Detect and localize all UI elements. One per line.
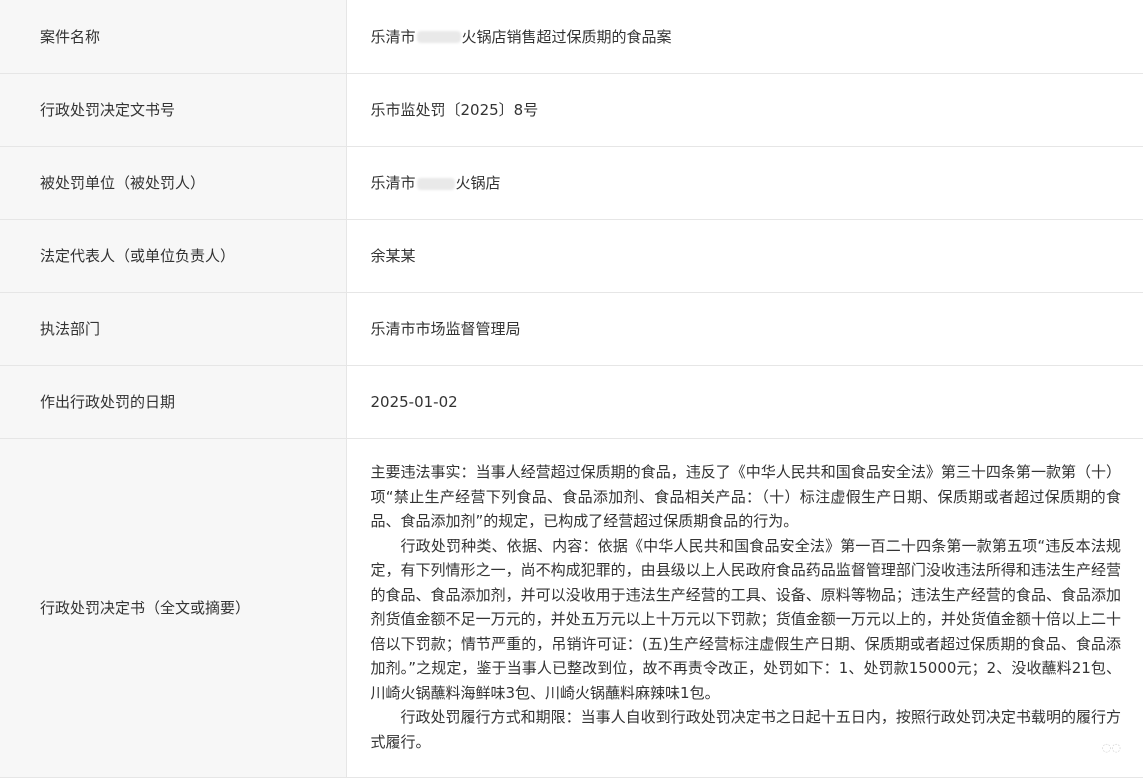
party-suffix: 火锅店 bbox=[455, 174, 501, 192]
redacted-text bbox=[416, 31, 461, 44]
table-row: 执法部门 乐清市市场监督管理局 bbox=[0, 292, 1143, 366]
table-row: 被处罚单位（被处罚人） 乐清市 火锅店 bbox=[0, 146, 1143, 220]
table-row: 案件名称 乐清市 火锅店销售超过保质期的食品案 bbox=[0, 0, 1143, 74]
row-label-decision-text: 行政处罚决定书（全文或摘要） bbox=[0, 438, 347, 778]
decision-paragraph-fulfillment: 行政处罚履行方式和期限：当事人自收到行政处罚决定书之日起十五日内，按照行政处罚决… bbox=[370, 708, 1122, 751]
row-label-decision-date: 作出行政处罚的日期 bbox=[0, 365, 347, 439]
decision-paragraph-penalty: 行政处罚种类、依据、内容：依据《中华人民共和国食品安全法》第一百二十四条第一款第… bbox=[370, 536, 1122, 702]
table-row: 作出行政处罚的日期 2025-01-02 bbox=[0, 365, 1143, 439]
row-value-case-name: 乐清市 火锅店销售超过保质期的食品案 bbox=[346, 0, 1143, 74]
table-row: 行政处罚决定书（全文或摘要） 主要违法事实：当事人经营超过保质期的食品，违反了《… bbox=[0, 438, 1143, 778]
page: 案件名称 乐清市 火锅店销售超过保质期的食品案 行政处罚决定文书号 乐市监处罚〔2… bbox=[0, 0, 1143, 780]
row-value-enforcement-dept: 乐清市市场监督管理局 bbox=[346, 292, 1143, 366]
table-row: 行政处罚决定文书号 乐市监处罚〔2025〕8号 bbox=[0, 73, 1143, 147]
row-label-legal-representative: 法定代表人（或单位负责人） bbox=[0, 219, 347, 293]
case-name-prefix: 乐清市 bbox=[370, 27, 416, 46]
row-label-penalized-party: 被处罚单位（被处罚人） bbox=[0, 146, 347, 220]
row-label-case-name: 案件名称 bbox=[0, 0, 347, 74]
row-value-legal-representative: 余某某 bbox=[346, 219, 1143, 293]
case-info-table: 案件名称 乐清市 火锅店销售超过保质期的食品案 行政处罚决定文书号 乐市监处罚〔2… bbox=[0, 0, 1143, 778]
case-name-suffix: 火锅店销售超过保质期的食品案 bbox=[461, 27, 672, 46]
row-value-decision-date: 2025-01-02 bbox=[346, 365, 1143, 439]
row-label-document-number: 行政处罚决定文书号 bbox=[0, 73, 347, 147]
decision-paragraph-facts: 主要违法事实：当事人经营超过保质期的食品，违反了《中华人民共和国食品安全法》第三… bbox=[370, 463, 1122, 530]
row-label-enforcement-dept: 执法部门 bbox=[0, 292, 347, 366]
row-value-decision-text: 主要违法事实：当事人经营超过保质期的食品，违反了《中华人民共和国食品安全法》第三… bbox=[346, 438, 1143, 778]
party-prefix: 乐清市 bbox=[370, 174, 416, 192]
watermark-logo: ◌◌ bbox=[1101, 741, 1121, 754]
table-row: 法定代表人（或单位负责人） 余某某 bbox=[0, 219, 1143, 293]
redacted-text bbox=[416, 177, 455, 190]
row-value-document-number: 乐市监处罚〔2025〕8号 bbox=[346, 73, 1143, 147]
row-value-penalized-party: 乐清市 火锅店 bbox=[346, 146, 1143, 220]
